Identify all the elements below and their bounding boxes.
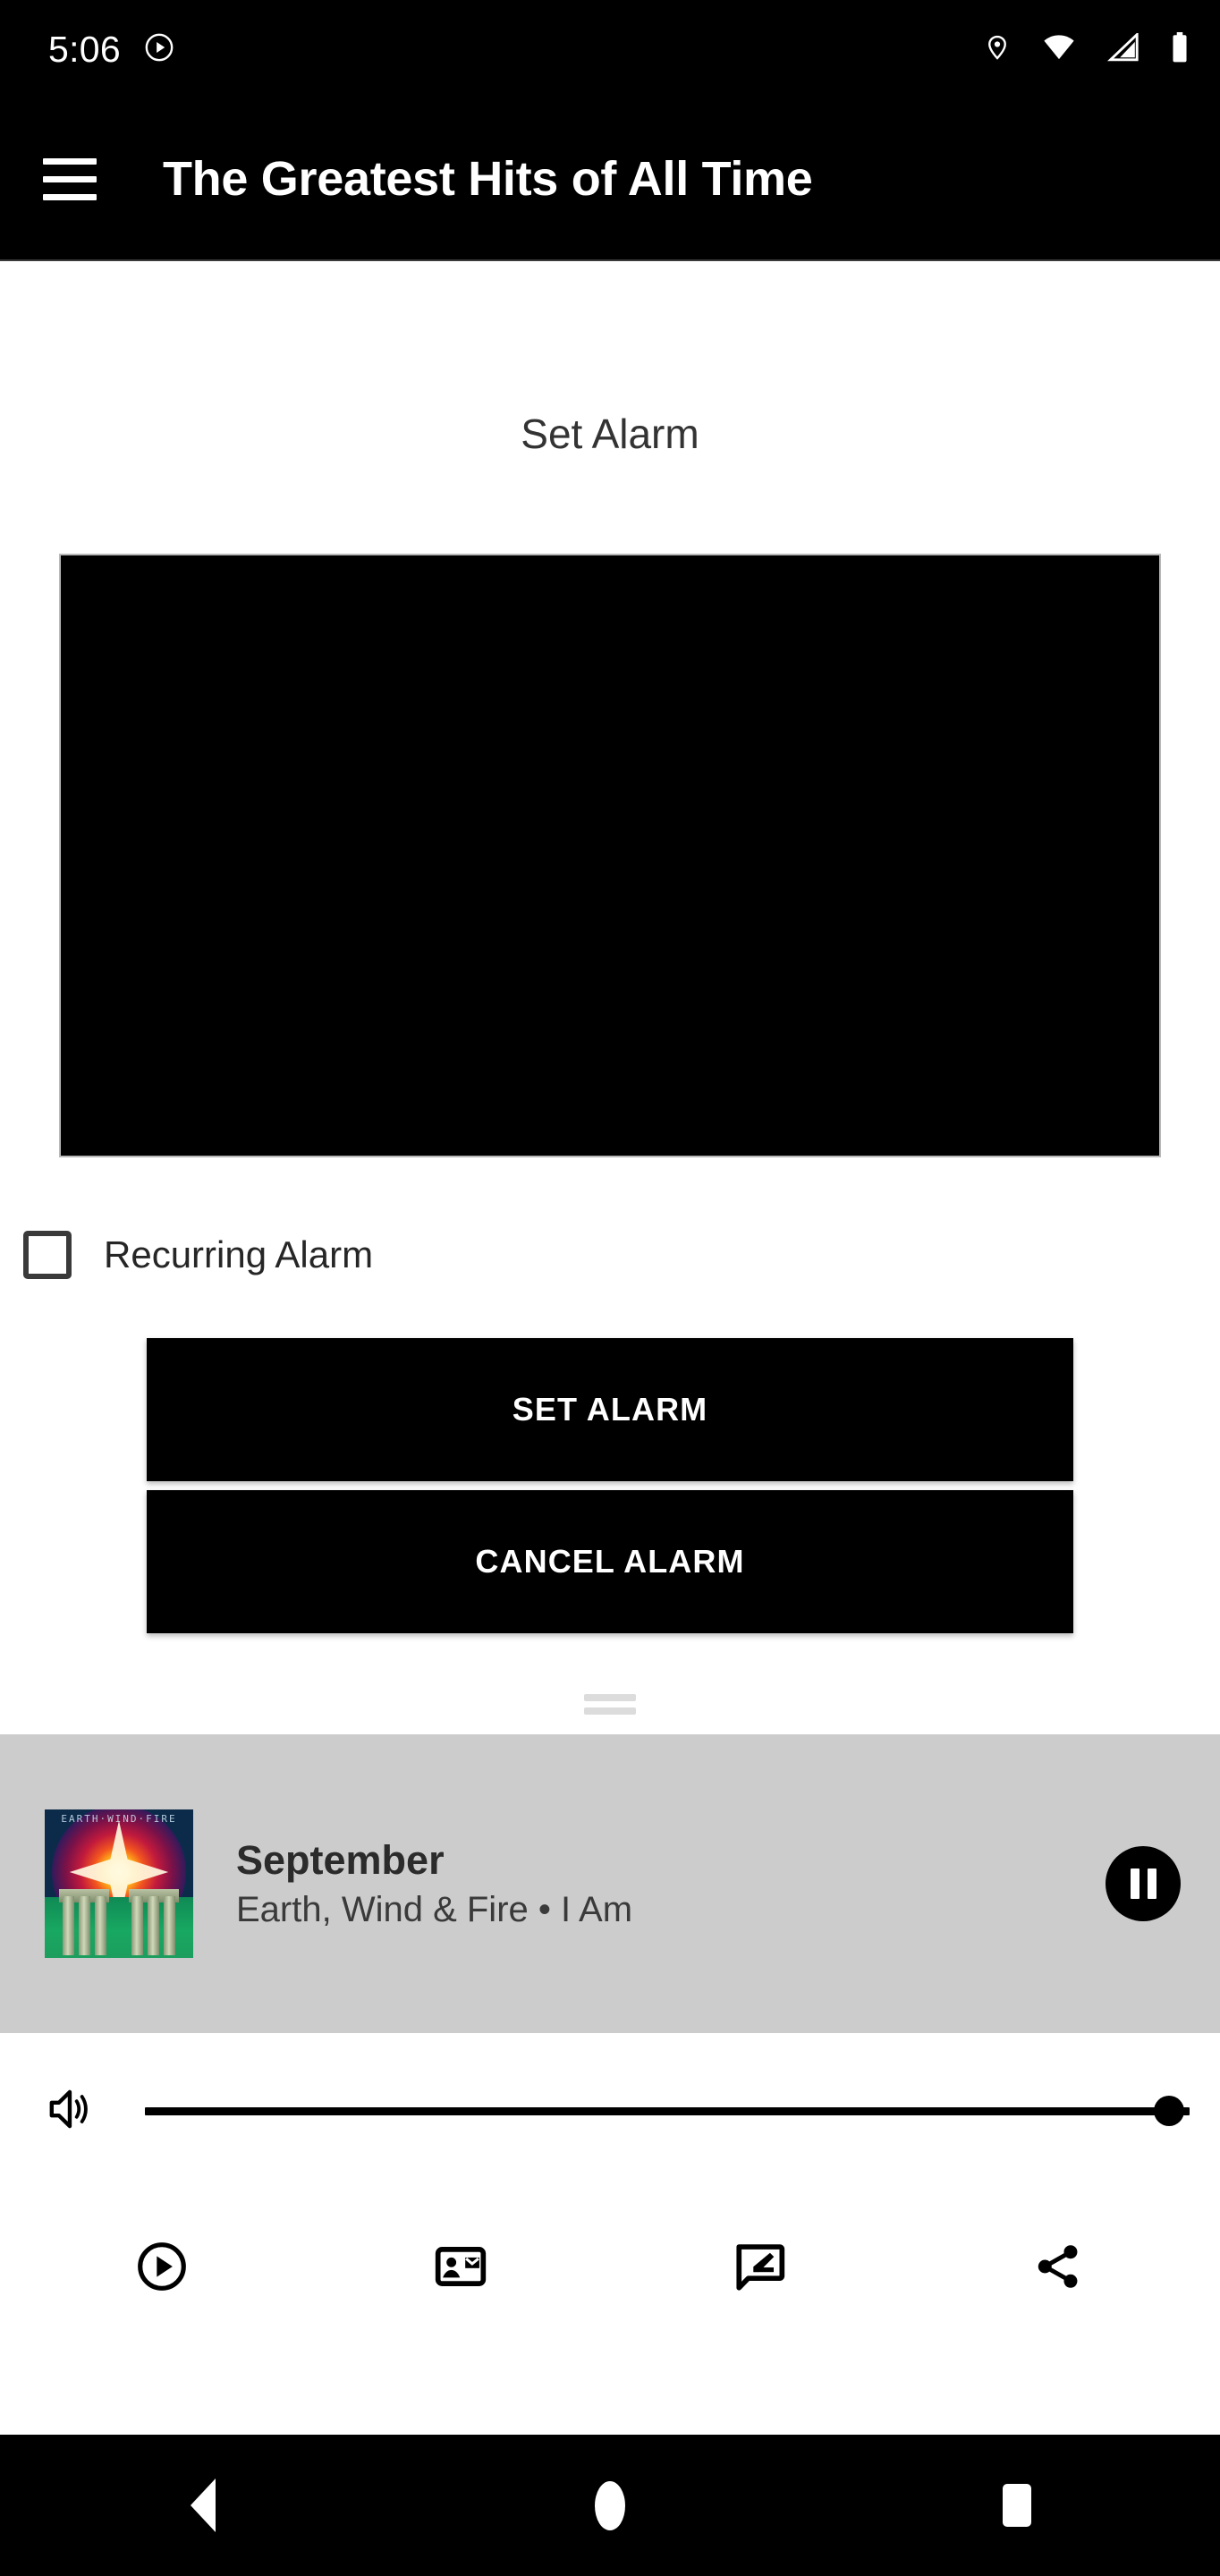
battery-icon (1170, 31, 1190, 68)
track-info: September Earth, Wind & Fire • I Am (236, 1836, 632, 1930)
album-art-column (164, 1896, 175, 1955)
page-title: The Greatest Hits of All Time (163, 152, 813, 206)
time-picker[interactable] (59, 554, 1161, 1157)
volume-slider-track (145, 2106, 1190, 2115)
volume-slider[interactable] (145, 2091, 1190, 2131)
drag-handle-line (584, 1694, 636, 1701)
section-title: Set Alarm (521, 411, 699, 457)
nav-home-button[interactable] (407, 2435, 814, 2576)
recurring-alarm-checkbox[interactable] (23, 1231, 72, 1279)
mini-player[interactable]: EARTH·WIND·FIRE September Earth, Wind & … (0, 1734, 1220, 2033)
recurring-alarm-checkbox-row[interactable]: Recurring Alarm (23, 1231, 1220, 1279)
album-art-column (79, 1896, 90, 1955)
hamburger-line (43, 157, 97, 165)
status-clock: 5:06 (48, 28, 121, 70)
album-art-column (63, 1896, 74, 1955)
play-circle-icon (144, 32, 174, 67)
album-art-column (148, 1896, 159, 1955)
contact-mail-icon (433, 2239, 488, 2299)
status-bar-right (984, 30, 1190, 68)
volume-up-icon[interactable] (43, 2081, 98, 2141)
volume-slider-thumb[interactable] (1154, 2096, 1184, 2126)
wifi-icon (1041, 33, 1077, 66)
action-bar (0, 2189, 1220, 2348)
track-subtitle: Earth, Wind & Fire • I Am (236, 1889, 633, 1929)
play-circle-outline-icon (134, 2239, 190, 2299)
review-action-button[interactable] (610, 2189, 909, 2348)
main-content: Set Alarm Recurring Alarm SET ALARM CANC… (0, 261, 1220, 2435)
drag-handle-line (584, 1707, 636, 1715)
hamburger-line (43, 175, 97, 182)
pause-bar (1130, 1868, 1140, 1899)
cellular-signal-icon (1106, 30, 1140, 66)
nav-recents-button[interactable] (813, 2435, 1220, 2576)
album-art-column (131, 1896, 143, 1955)
pause-icon[interactable] (1106, 1846, 1181, 1921)
rate-review-icon (732, 2239, 787, 2299)
alarm-button-group: SET ALARM CANCEL ALARM (147, 1338, 1073, 1633)
set-alarm-button[interactable]: SET ALARM (147, 1338, 1073, 1481)
album-art: EARTH·WIND·FIRE (45, 1809, 193, 1958)
share-action-button[interactable] (909, 2189, 1207, 2348)
nav-back-button[interactable] (0, 2435, 407, 2576)
hamburger-line (43, 193, 97, 200)
album-art-column (95, 1896, 106, 1955)
status-bar-left: 5:06 (48, 28, 174, 70)
cancel-alarm-button[interactable]: CANCEL ALARM (147, 1490, 1073, 1633)
contact-action-button[interactable] (311, 2189, 610, 2348)
play-action-button[interactable] (13, 2189, 311, 2348)
track-title: September (236, 1837, 445, 1884)
status-bar: 5:06 (0, 0, 1220, 98)
phone-screen: 5:06 The Greatest Hits of All Time Set A… (0, 0, 1220, 2576)
nav-home-icon (595, 2480, 625, 2530)
hamburger-menu-icon[interactable] (36, 145, 104, 213)
location-pin-icon (984, 31, 1011, 68)
album-art-artist-text: EARTH·WIND·FIRE (61, 1813, 177, 1825)
volume-row (0, 2033, 1220, 2189)
bottom-sheet-drag-handle[interactable] (584, 1694, 636, 1715)
nav-back-icon (191, 2479, 216, 2532)
app-bar: The Greatest Hits of All Time (0, 98, 1220, 261)
recurring-alarm-label: Recurring Alarm (104, 1233, 374, 1275)
share-icon (1030, 2239, 1086, 2299)
android-nav-bar (0, 2435, 1220, 2576)
pause-bar (1147, 1868, 1156, 1899)
nav-recents-icon (1002, 2484, 1031, 2527)
